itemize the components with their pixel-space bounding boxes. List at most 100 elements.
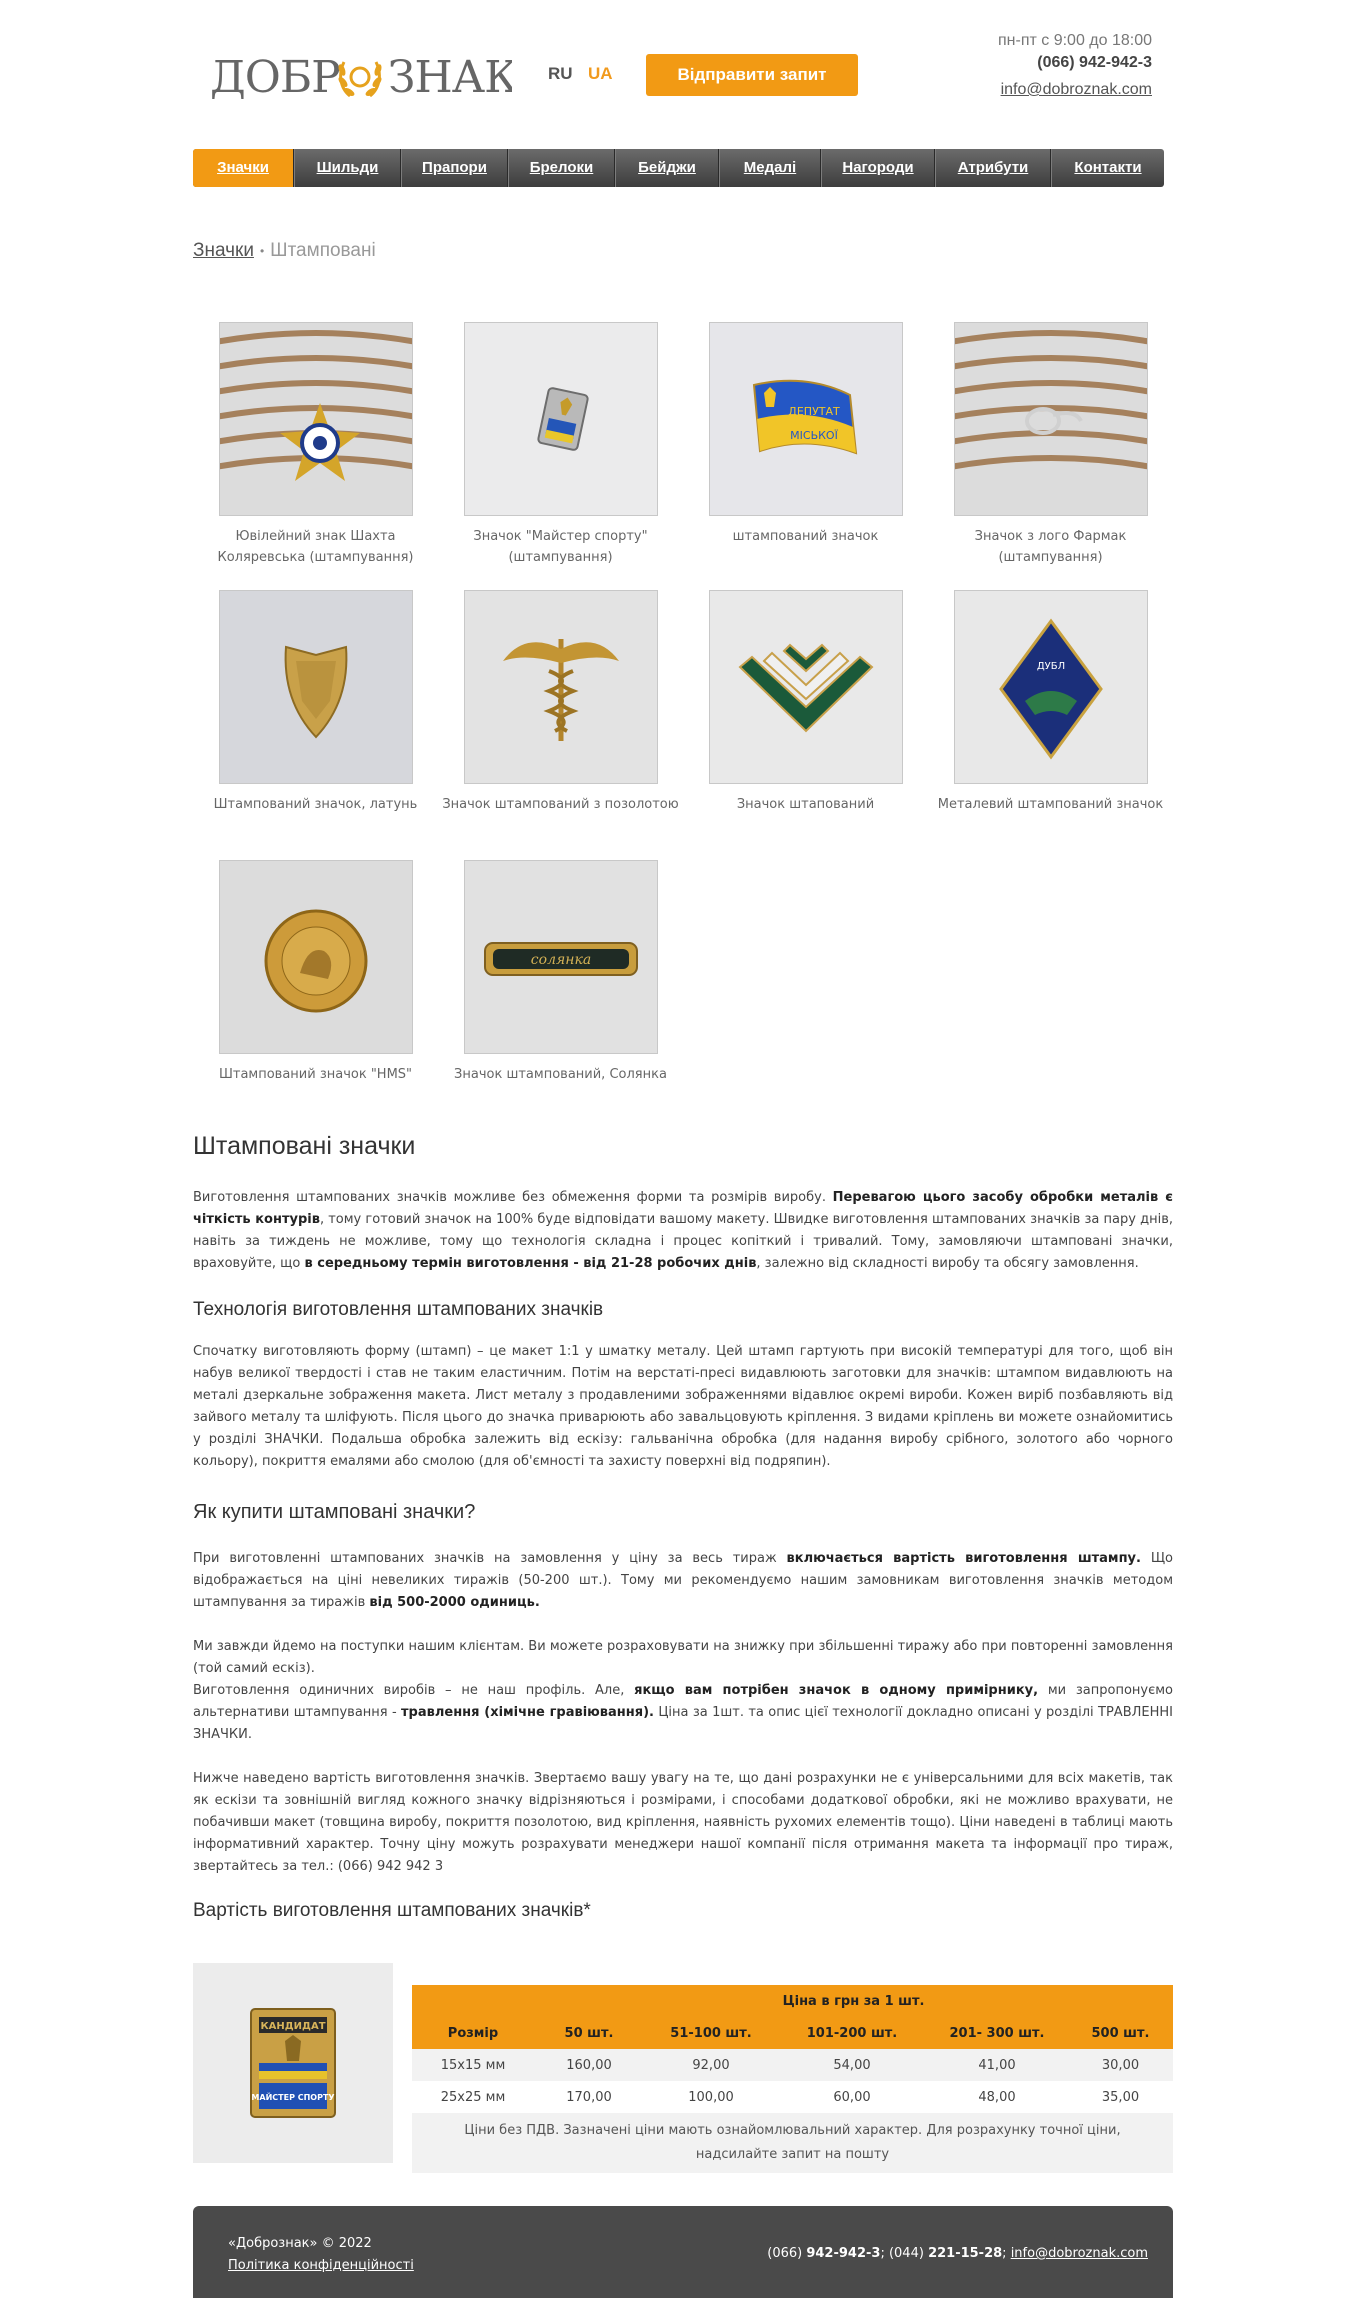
gallery-caption: Значок з лого Фармак (штампування): [974, 529, 1127, 565]
svg-text:ДЕПУТАТ: ДЕПУТАТ: [788, 405, 840, 418]
gallery-thumb[interactable]: солянка: [463, 860, 658, 1054]
gallery-item[interactable]: ДУБЛ Металевий штампований значок: [928, 590, 1173, 815]
gallery-item[interactable]: Ювілейний знак Шахта Коляревська (штампу…: [193, 322, 438, 568]
footer-phone-separator: ; (044): [880, 2246, 929, 2261]
flag-badge-icon: ДЕПУТАТ МІСЬКОЇ: [709, 323, 902, 515]
gallery-thumb[interactable]: [218, 860, 413, 1054]
gallery-caption: Значок штампований, Солянка: [454, 1067, 667, 1082]
table-cell: 170,00: [566, 2089, 612, 2105]
breadcrumb-separator: •: [259, 243, 265, 258]
price-heading: Вартість виготовлення штампованих значкі…: [193, 1900, 591, 1921]
buy-paragraph-1: При виготовленні штампованих значків на …: [193, 1548, 1173, 1614]
lang-ua-link[interactable]: UA: [588, 64, 613, 84]
tech-heading: Технологія виготовлення штампованих знач…: [193, 1299, 604, 1320]
buy3-bold-2: травлення (хімічне гравіювання).: [401, 1705, 654, 1720]
brass-shield-badge-icon: [219, 591, 412, 783]
gallery-thumb[interactable]: [218, 590, 413, 784]
svg-text:ДОБР: ДОБР: [210, 52, 340, 102]
gallery-thumb[interactable]: [463, 590, 658, 784]
gallery-thumb[interactable]: [463, 322, 658, 516]
gallery-item[interactable]: Штампований значок, латунь: [193, 590, 438, 815]
buy3-text-1: Виготовлення одиничних виробів – не наш …: [193, 1683, 635, 1698]
table-cell: 160,00: [534, 2049, 644, 2081]
gallery-item[interactable]: солянка Значок штампований, Солянка: [438, 860, 683, 1085]
gallery-item[interactable]: Значок з лого Фармак (штампування): [928, 322, 1173, 568]
master-sport-badge-icon: [464, 323, 657, 515]
header-contacts: пн-пт с 9:00 до 18:00 (066) 942-942-3 in…: [998, 30, 1152, 102]
header-email-link[interactable]: info@dobroznak.com: [998, 78, 1152, 102]
lang-ru-link[interactable]: RU: [548, 64, 573, 84]
table-cell: 54,00: [778, 2049, 926, 2081]
candidate-master-badge-icon: КАНДИДАТ МАЙСТЕР СПОРТУ: [193, 1963, 393, 2163]
column-header: 51-100 шт.: [644, 2017, 778, 2049]
price-table-wrapper: Ціна в грн за 1 шт. Розмір 50 шт. 51-100…: [412, 1985, 1173, 2173]
buy-paragraph-2: Ми завжди йдемо на поступки нашим клієнт…: [193, 1639, 1173, 1676]
table-cell: 25х25 мм: [440, 2089, 506, 2105]
table-cell: 35,00: [1101, 2089, 1140, 2105]
wreath-icon: [338, 61, 382, 98]
page: ДОБР ЗНАК RU UA Відправити запит пн-пт с: [0, 0, 1366, 2298]
header: ДОБР ЗНАК RU UA Відправити запит пн-пт с: [0, 0, 1366, 140]
table-cell: 100,00: [688, 2089, 734, 2105]
footer-phone2[interactable]: 221-15-28: [928, 2246, 1002, 2261]
buy3-bold-1: якщо вам потрібен значок в одному примір…: [634, 1683, 1039, 1698]
gallery-thumb[interactable]: [953, 322, 1148, 516]
gallery-item[interactable]: ДЕПУТАТ МІСЬКОЇ штампований значок: [683, 322, 928, 547]
nav-item-plates[interactable]: Шильди: [294, 149, 401, 187]
gallery-caption: Металевий штампований значок: [937, 797, 1164, 812]
gallery-item[interactable]: Значок штапований: [683, 590, 928, 815]
nav-item-keychains[interactable]: Брелоки: [508, 149, 615, 187]
intro-bold-2: в середньому термін виготовлення - від 2…: [304, 1256, 757, 1271]
gallery-thumb[interactable]: ДУБЛ: [953, 590, 1148, 784]
nav-item-contacts[interactable]: Контакти: [1051, 149, 1164, 187]
logo[interactable]: ДОБР ЗНАК: [210, 48, 519, 103]
nav-item-attributes[interactable]: Атрибути: [935, 149, 1051, 187]
price-note: Ціни без ПДВ. Зазначені ціни мають ознай…: [412, 2113, 1173, 2173]
gallery-item[interactable]: Значок "Майстер спорту" (штампування): [438, 322, 683, 568]
nav-item-badges[interactable]: Значки: [193, 149, 294, 187]
svg-text:ДУБЛ: ДУБЛ: [1036, 661, 1064, 672]
footer-phone1[interactable]: 942-942-3: [806, 2246, 880, 2261]
nav-item-medals[interactable]: Медалі: [719, 149, 821, 187]
silver-logo-on-twine-icon: [954, 323, 1147, 515]
gallery-caption: Штампований значок "HMS": [218, 1067, 413, 1082]
gallery-item[interactable]: Штампований значок "HMS": [193, 860, 438, 1085]
working-hours: пн-пт с 9:00 до 18:00: [997, 32, 1152, 49]
footer-phone1-prefix: (066): [767, 2246, 807, 2261]
column-header: 50 шт.: [534, 2017, 644, 2049]
gallery-caption: Штампований значок, латунь: [213, 797, 418, 812]
gallery-item[interactable]: Значок штампований з позолотою: [438, 590, 683, 815]
column-header: 101-200 шт.: [778, 2017, 926, 2049]
footer-email-link[interactable]: info@dobroznak.com: [1011, 2246, 1148, 2261]
gallery-caption: штампований значок: [732, 529, 879, 544]
privacy-policy-link[interactable]: Політика конфіденційності: [228, 2258, 414, 2273]
breadcrumb-parent-link[interactable]: Значки: [193, 240, 254, 261]
nav-item-name-badges[interactable]: Бейджи: [615, 149, 719, 187]
price-table: Ціна в грн за 1 шт. Розмір 50 шт. 51-100…: [412, 1985, 1173, 2113]
badge-bottom-text: МАЙСТЕР СПОРТУ: [251, 2091, 334, 2102]
column-header: Розмір: [412, 2017, 534, 2049]
price-header-top: Ціна в грн за 1 шт.: [534, 1985, 1173, 2017]
footer-copyright: «Добрознак» © 2022: [228, 2236, 372, 2251]
article: Штамповані значки Виготовлення штампован…: [193, 1132, 1173, 1922]
footer: «Добрознак» © 2022 Політика конфіденційн…: [193, 2206, 1173, 2298]
star-badge-on-twine-icon: [219, 323, 412, 515]
gallery-caption: Значок штапований: [736, 797, 875, 812]
nav-item-flags[interactable]: Прапори: [401, 149, 508, 187]
badge-top-text: КАНДИДАТ: [260, 2021, 325, 2032]
send-request-button[interactable]: Відправити запит: [646, 54, 858, 96]
intro-text-3: , залежно від складності виробу та обсяг…: [756, 1256, 1139, 1271]
buy-paragraph-3: Виготовлення одиничних виробів – не наш …: [193, 1680, 1173, 1746]
gallery-thumb[interactable]: [708, 590, 903, 784]
breadcrumb: Значки • Штамповані: [193, 240, 376, 262]
buy-paragraph-4: Нижче наведено вартість виготовлення зна…: [193, 1771, 1173, 1874]
nav-item-awards[interactable]: Нагороди: [821, 149, 935, 187]
gallery-thumb[interactable]: ДЕПУТАТ МІСЬКОЇ: [708, 322, 903, 516]
gallery-thumb[interactable]: [218, 322, 413, 516]
gallery-caption: Значок штампований з позолотою: [442, 797, 679, 812]
buy-bold-1: включається вартість виготовлення штампу…: [786, 1551, 1141, 1566]
table-cell: 30,00: [1068, 2049, 1173, 2081]
header-phone[interactable]: (066) 942-942-3: [998, 52, 1152, 74]
table-cell: 48,00: [978, 2089, 1016, 2105]
caduceus-badge-icon: [464, 591, 657, 783]
